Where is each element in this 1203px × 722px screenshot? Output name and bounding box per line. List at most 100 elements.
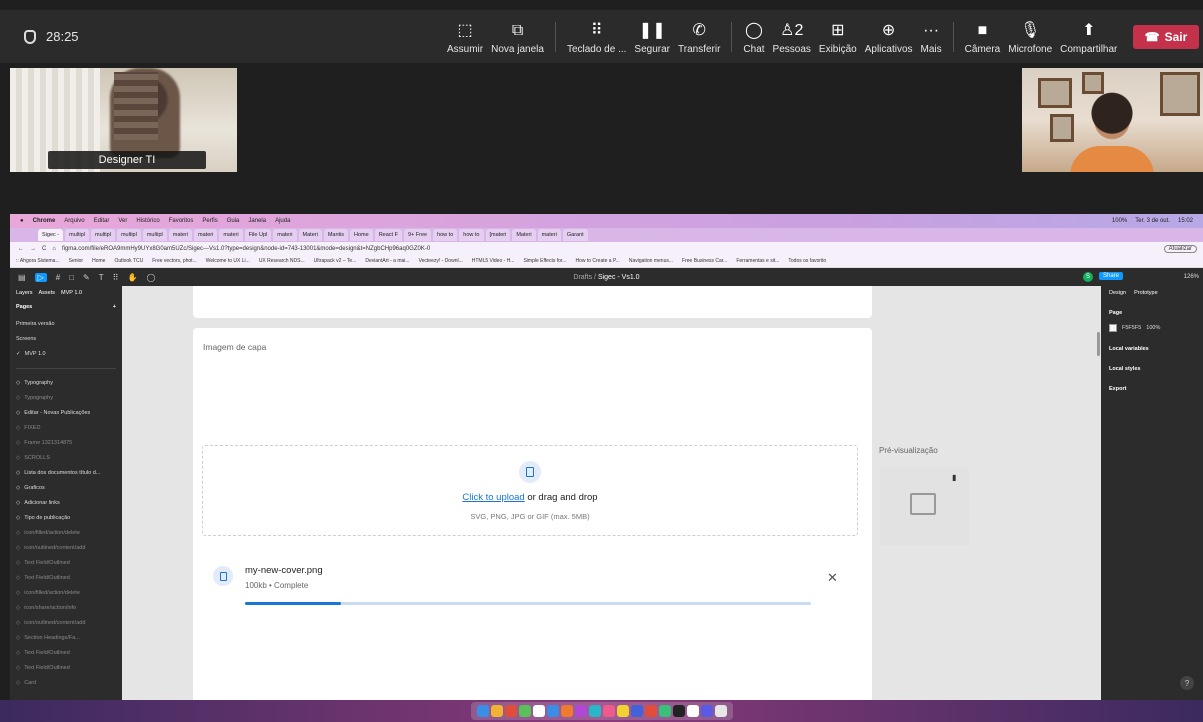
layer-item[interactable]: ◇ FIXED — [16, 420, 116, 435]
bookmark[interactable]: Home — [92, 258, 105, 264]
dock-app-icon[interactable] — [532, 705, 545, 717]
menu-item[interactable]: Arquivo — [64, 218, 84, 224]
menu-app-name[interactable]: Chrome — [33, 218, 56, 224]
dock-app-icon[interactable] — [560, 705, 573, 717]
forward-icon[interactable]: → — [30, 246, 36, 252]
trash-icon[interactable]: ▮ — [952, 473, 956, 482]
dropzone[interactable]: Click to upload or drag and drop SVG, PN… — [202, 445, 858, 536]
layer-item[interactable]: ◇ Tipo de publicação — [16, 510, 116, 525]
browser-tab[interactable]: multipl — [142, 229, 167, 241]
layer-item[interactable]: ◇ Frame 1321314875 — [16, 435, 116, 450]
bookmark[interactable]: Simple Effects for... — [523, 258, 566, 264]
back-icon[interactable]: ← — [18, 246, 24, 252]
microphone-button[interactable]: 🎙 Microfone — [1004, 10, 1056, 63]
page-fill-row[interactable]: F5F5F5 100% — [1109, 324, 1195, 332]
menu-item[interactable]: Ver — [118, 218, 127, 224]
browser-tab[interactable]: [materi — [485, 229, 511, 241]
dock-app-icon[interactable] — [658, 705, 671, 717]
bookmark[interactable]: HTML5 Video - H... — [472, 258, 515, 264]
layer-item[interactable]: ◇ icon/outlined/content/add — [16, 615, 116, 630]
zoom-level[interactable]: 126% — [1184, 274, 1199, 280]
layer-item[interactable]: ◇ icon/filled/action/delete — [16, 585, 116, 600]
take-control-button[interactable]: ⬚ Assumir — [443, 10, 487, 63]
bookmark[interactable]: Outlook TCU — [114, 258, 143, 264]
bookmark[interactable]: How to Create a P... — [575, 258, 619, 264]
browser-tab[interactable]: multipl — [116, 229, 141, 241]
tab-page[interactable]: MVP 1.0 — [61, 290, 82, 296]
layer-item[interactable]: ◇ Editar - Novas Publicações — [16, 405, 116, 420]
add-page-icon[interactable]: + — [113, 304, 116, 310]
tab-prototype[interactable]: Prototype — [1134, 290, 1158, 296]
home-icon[interactable]: ⌂ — [52, 246, 56, 252]
dock-app-icon[interactable] — [588, 705, 601, 717]
dock-app-icon[interactable] — [644, 705, 657, 717]
bookmark[interactable]: Free vectors, phot... — [152, 258, 196, 264]
layer-item[interactable]: ◇ icon/outlined/content/add — [16, 540, 116, 555]
layer-item[interactable]: ◇ Text Field/Outlined — [16, 555, 116, 570]
layer-item[interactable]: ◇ icon/share/action/info — [16, 600, 116, 615]
browser-tab[interactable]: materi — [219, 229, 243, 241]
browser-tab[interactable]: Home — [350, 229, 373, 241]
layer-item[interactable]: ◇ Text Field/Outlined — [16, 645, 116, 660]
menu-item[interactable]: Guia — [227, 218, 240, 224]
browser-tab[interactable]: Materi — [512, 229, 536, 241]
browser-tab[interactable]: multipl — [65, 229, 90, 241]
layer-item[interactable]: ◇ Typography — [16, 390, 116, 405]
chat-button[interactable]: ◯ Chat — [739, 10, 768, 63]
menu-item[interactable]: Histórico — [136, 218, 159, 224]
local-styles[interactable]: Local styles — [1109, 366, 1195, 372]
bookmark[interactable]: Vecteezy! - Downl... — [419, 258, 463, 264]
layer-item[interactable]: ◇ Text Field/Outlined — [16, 570, 116, 585]
canvas[interactable]: Imagem de capa Click to upload or drag a… — [122, 286, 1101, 722]
tab-design[interactable]: Design — [1109, 290, 1126, 296]
tab-layers[interactable]: Layers — [16, 290, 33, 296]
transfer-button[interactable]: ✆ Transferir — [674, 10, 724, 63]
dock-app-icon[interactable] — [602, 705, 615, 717]
shared-screen[interactable]: ● Chrome Arquivo Editar Ver Histórico Fa… — [10, 214, 1203, 722]
fill-hex[interactable]: F5F5F5 — [1122, 325, 1141, 331]
browser-tab[interactable]: materi — [194, 229, 218, 241]
page-item[interactable]: Primeira versão — [16, 316, 116, 331]
layer-item[interactable]: ◇ Section Headings/Fa... — [16, 630, 116, 645]
camera-button[interactable]: ■ Câmera — [961, 10, 1005, 63]
bookmark[interactable]: Welcome to UX Li... — [206, 258, 250, 264]
people-button[interactable]: ♙2 Pessoas — [769, 10, 815, 63]
local-variables[interactable]: Local variables — [1109, 346, 1195, 352]
dock-app-icon[interactable] — [700, 705, 713, 717]
browser-tab[interactable]: how to — [459, 229, 484, 241]
bookmark[interactable]: :: Ahgora Sistema... — [16, 258, 60, 264]
layer-item[interactable]: ◇ Text Field/Outlined — [16, 660, 116, 675]
help-icon[interactable]: ? — [1180, 676, 1194, 690]
bookmark[interactable]: Senior — [69, 258, 83, 264]
tab-assets[interactable]: Assets — [39, 290, 56, 296]
menu-item[interactable]: Favoritos — [169, 218, 194, 224]
layer-item[interactable]: ◇ Adicionar links — [16, 495, 116, 510]
new-window-button[interactable]: ⧉ Nova janela — [487, 10, 548, 63]
menu-item[interactable]: Janela — [248, 218, 266, 224]
browser-tab[interactable]: Mantis — [323, 229, 349, 241]
apple-icon[interactable]: ● — [20, 218, 24, 224]
browser-tab[interactable]: Materi — [298, 229, 322, 241]
menu-item[interactable]: Editar — [94, 218, 110, 224]
browser-tab[interactable]: File Upl — [244, 229, 272, 241]
share-screen-button[interactable]: ⬆ Compartilhar — [1056, 10, 1121, 63]
dock-app-icon[interactable] — [686, 705, 699, 717]
share-button[interactable]: Share — [1099, 272, 1124, 280]
avatar[interactable]: S — [1083, 272, 1093, 282]
apps-button[interactable]: ⊕ Aplicativos — [861, 10, 917, 63]
file-name[interactable]: Sigec - Vs1.0 — [598, 274, 640, 281]
more-button[interactable]: ··· Mais — [917, 10, 946, 63]
layer-item[interactable]: ◇ Graficos — [16, 480, 116, 495]
breadcrumb[interactable]: Drafts — [573, 274, 592, 281]
dock-app-icon[interactable] — [518, 705, 531, 717]
browser-tab[interactable]: Garant — [562, 229, 588, 241]
leave-button[interactable]: ☎ Sair — [1133, 25, 1199, 49]
browser-tab[interactable]: materi — [273, 229, 297, 241]
browser-tab[interactable]: 9+ Free — [403, 229, 432, 241]
address-bar[interactable]: figma.com/file/eROA9mmHy9UYx8G0am5UZc/Si… — [62, 246, 1158, 252]
layer-item[interactable]: ◇ Card — [16, 675, 116, 690]
export-section[interactable]: Export — [1109, 386, 1195, 392]
dock-app-icon[interactable] — [714, 705, 727, 717]
page-item-active[interactable]: ✓ MVP 1.0 — [16, 346, 116, 361]
dock-app-icon[interactable] — [672, 705, 685, 717]
